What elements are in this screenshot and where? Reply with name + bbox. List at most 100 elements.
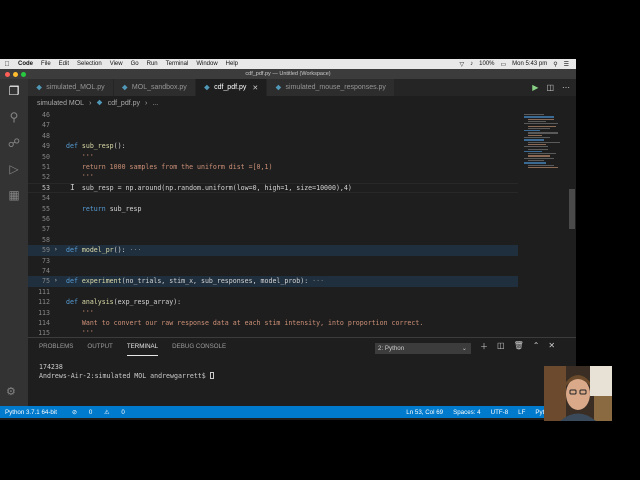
minimap[interactable] [518, 110, 576, 337]
python-file-icon: ❖ [36, 84, 43, 92]
split-editor-icon[interactable]: ◫ [546, 83, 554, 92]
code-editor[interactable]: 46 47 48 49 def sub_resp(): 50 ''' 51 return 1… [28, 110, 518, 337]
code-line[interactable]: 113 ''' [28, 308, 518, 318]
run-file-icon[interactable]: ▶ [532, 83, 538, 92]
close-tab-icon[interactable]: ✕ [252, 84, 258, 92]
minimap-line [524, 146, 548, 148]
wifi-icon[interactable]: ▽ [457, 61, 468, 68]
code-line[interactable]: 48 [28, 131, 518, 141]
split-terminal-icon[interactable]: ◫ [497, 341, 505, 352]
code-text: sub_resp = np.around(np.random.uniform(l… [66, 183, 352, 193]
tab-problems[interactable]: PROBLEMS [39, 338, 73, 356]
code-line[interactable]: 53 sub_resp = np.around(np.random.unifor… [28, 183, 518, 193]
breadcrumb-file[interactable]: cdf_pdf.py [108, 100, 140, 107]
control-center-icon[interactable]: ☰ [561, 61, 572, 68]
code-line[interactable]: 73 [28, 256, 518, 266]
encoding[interactable]: UTF-8 [486, 409, 514, 416]
code-line[interactable]: 54 [28, 193, 518, 203]
docstring: ''' [81, 152, 94, 161]
menu-window[interactable]: Window [192, 61, 221, 67]
indentation[interactable]: Spaces: 4 [448, 409, 486, 416]
menu-terminal[interactable]: Terminal [162, 61, 193, 67]
clock[interactable]: Mon 5:43 pm [509, 61, 550, 67]
menu-app-name[interactable]: Code [14, 61, 37, 67]
code-line[interactable]: 112 def analysis(exp_resp_array): [28, 297, 518, 307]
tab-debug-console[interactable]: DEBUG CONSOLE [172, 338, 226, 356]
menu-file[interactable]: File [37, 61, 55, 67]
code-text: def sub_resp(): [66, 141, 126, 151]
code-line[interactable]: 55 return sub_resp [28, 204, 518, 214]
code-line[interactable]: 46 [28, 110, 518, 120]
tab-terminal[interactable]: TERMINAL [126, 338, 159, 356]
code-line[interactable]: 58 [28, 235, 518, 245]
line-number: 73 [42, 256, 50, 265]
code-line[interactable]: 59 › def model_pr(): ··· [28, 245, 518, 256]
close-window-button[interactable] [5, 71, 10, 77]
code-line[interactable]: 51 return 1000 samples from the uniform … [28, 162, 518, 172]
menu-help[interactable]: Help [222, 61, 242, 67]
close-panel-icon[interactable]: ✕ [548, 341, 555, 352]
code-line[interactable]: 111 [28, 287, 518, 297]
tab-label: simulated_mouse_responses.py [285, 84, 386, 91]
breadcrumb-folder[interactable]: simulated MOL [37, 100, 84, 107]
menu-view[interactable]: View [106, 61, 127, 67]
code-line[interactable]: 115 ''' [28, 328, 518, 337]
new-terminal-icon[interactable]: ＋ [480, 341, 488, 352]
apple-icon[interactable]:  [0, 61, 14, 68]
search-icon[interactable]: ⚲ [6, 109, 22, 125]
minimap-line [528, 148, 548, 150]
explorer-icon[interactable]: ❐ [6, 83, 22, 99]
code-text: def model_pr(): ··· [66, 245, 141, 255]
code-token: (): [113, 142, 126, 151]
menu-selection[interactable]: Selection [73, 61, 106, 67]
battery-icon[interactable]: ▭ [498, 61, 510, 68]
breadcrumb-more[interactable]: ... [152, 100, 158, 107]
code-line[interactable]: 74 [28, 266, 518, 276]
editor-scrollbar[interactable] [569, 189, 575, 229]
code-line[interactable]: 114 Want to convert our raw response dat… [28, 318, 518, 328]
maximize-panel-icon[interactable]: ⌃ [533, 341, 540, 352]
minimap-line [528, 127, 550, 130]
source-control-icon[interactable]: ☍ [6, 135, 22, 151]
menu-run[interactable]: Run [143, 61, 162, 67]
line-number: 46 [42, 111, 50, 119]
menu-edit[interactable]: Edit [55, 61, 73, 67]
tab-mol-sandbox[interactable]: ❖ MOL_sandbox.py [113, 79, 196, 96]
python-file-icon: ❖ [203, 84, 211, 92]
minimize-window-button[interactable] [13, 71, 18, 77]
search-icon[interactable]: ⚲ [550, 61, 560, 68]
tab-simulated-mouse-responses[interactable]: ❖ simulated_mouse_responses.py [267, 79, 395, 96]
extensions-icon[interactable]: ▦ [6, 187, 22, 203]
more-actions-icon[interactable]: ⋯ [562, 83, 570, 92]
python-interpreter[interactable]: Python 3.7.1 64-bit [0, 409, 62, 416]
run-debug-icon[interactable]: ▷ [6, 161, 22, 177]
code-line[interactable]: 52 ''' [28, 172, 518, 182]
code-line[interactable]: 50 ''' [28, 152, 518, 162]
tab-cdf-pdf[interactable]: ❖ cdf_pdf.py ✕ [195, 79, 268, 96]
tab-output[interactable]: OUTPUT [87, 338, 112, 356]
zoom-window-button[interactable] [21, 71, 26, 77]
tab-label: simulated_MOL.py [46, 84, 105, 91]
tab-simulated-mol[interactable]: ❖ simulated_MOL.py [28, 79, 114, 96]
volume-icon[interactable]: ♪ [467, 61, 476, 67]
code-line[interactable]: 47 [28, 120, 518, 130]
battery-percent[interactable]: 100% [476, 61, 497, 67]
menu-go[interactable]: Go [127, 61, 143, 67]
problems-indicator[interactable]: ⊘ 0 ⚠ 0 [62, 409, 135, 416]
terminal-dropdown[interactable]: 2: Python ⌄ [375, 343, 471, 354]
code-line[interactable]: 57 [28, 224, 518, 234]
gear-icon[interactable]: ⚙ [6, 385, 16, 398]
terminal-output[interactable]: 174238 Andrews-Air-2:simulated MOL andrew… [39, 363, 214, 380]
code-line[interactable]: 56 [28, 214, 518, 224]
cursor-position[interactable]: Ln 53, Col 69 [401, 409, 448, 416]
end-of-line[interactable]: LF [513, 409, 530, 416]
line-number: 48 [42, 131, 50, 140]
code-line[interactable]: 75 › def experiment(no_trials, stim_x, sub… [28, 276, 518, 287]
terminal-cursor [209, 372, 214, 379]
code-line[interactable]: 49 def sub_resp(): [28, 141, 518, 151]
line-number: 52 [42, 173, 50, 182]
trash-icon[interactable]: 🗑 [514, 341, 524, 352]
